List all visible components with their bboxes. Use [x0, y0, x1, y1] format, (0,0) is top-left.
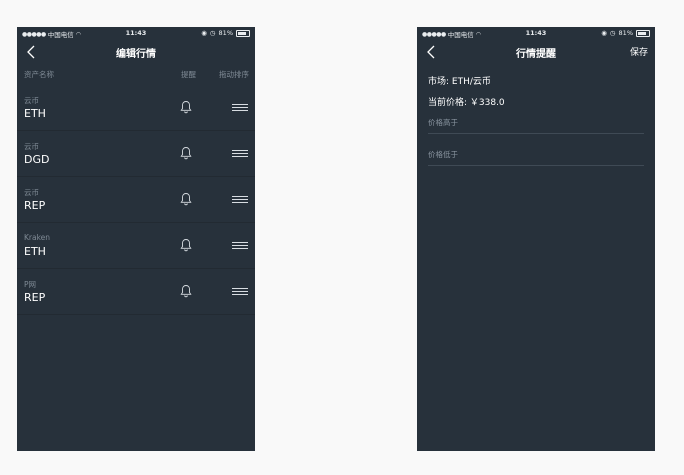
- bell-icon[interactable]: [180, 145, 192, 160]
- battery-percent: 81%: [218, 29, 233, 37]
- market-label: P网: [24, 280, 37, 289]
- list-item[interactable]: 云币 DGD: [17, 131, 255, 177]
- column-header: 资产名称 提醒 拖动排序: [17, 67, 255, 81]
- battery-icon: [636, 29, 650, 37]
- nav-bar: 行情提醒 保存: [417, 39, 655, 63]
- drag-handle-icon[interactable]: [232, 288, 248, 296]
- alert-detail: 市场: ETH/云币 当前价格: ￥338.0: [428, 74, 505, 116]
- bell-icon[interactable]: [180, 99, 192, 114]
- market-label: 云币: [24, 188, 39, 197]
- market-line: 市场: ETH/云币: [428, 77, 491, 87]
- market-label: 云币: [24, 96, 39, 105]
- asset-label: REP: [24, 291, 46, 304]
- lock-rotation-icon: ◉: [601, 29, 607, 37]
- list-item[interactable]: Kraken ETH: [17, 223, 255, 269]
- price-alert-screen: ●●●●● 中国电信 ◠ 11:43 ◉ ◷ 81% 行情提醒 保存 市场: E…: [417, 27, 655, 451]
- list-item[interactable]: 云币 ETH: [17, 85, 255, 131]
- market-label: 云币: [24, 142, 39, 151]
- lock-rotation-icon: ◉: [201, 29, 207, 37]
- asset-label: DGD: [24, 153, 50, 166]
- column-alert: 提醒: [181, 70, 196, 79]
- bell-icon[interactable]: [180, 283, 192, 298]
- asset-label: REP: [24, 199, 46, 212]
- price-below-field[interactable]: 价格低于: [428, 147, 644, 166]
- drag-handle-icon[interactable]: [232, 104, 248, 112]
- market-label: Kraken: [24, 233, 51, 242]
- edit-quotes-screen: ●●●●● 中国电信 ◠ 11:43 ◉ ◷ 81% 编辑行情 资产名称 提醒 …: [17, 27, 255, 451]
- asset-label: ETH: [24, 245, 46, 258]
- column-sort: 拖动排序: [219, 70, 249, 79]
- drag-handle-icon[interactable]: [232, 150, 248, 158]
- column-asset: 资产名称: [24, 70, 54, 79]
- nav-bar: 编辑行情: [17, 39, 255, 63]
- list-item[interactable]: 云币 REP: [17, 177, 255, 223]
- price-line: 当前价格: ￥338.0: [428, 98, 505, 108]
- alarm-icon: ◷: [609, 29, 616, 37]
- status-bar: ●●●●● 中国电信 ◠ 11:43 ◉ ◷ 81%: [417, 27, 655, 39]
- asset-label: ETH: [24, 107, 46, 120]
- battery-icon: [236, 29, 250, 37]
- page-title: 行情提醒: [516, 49, 556, 60]
- page-title: 编辑行情: [116, 49, 156, 60]
- alarm-icon: ◷: [209, 29, 216, 37]
- price-below-placeholder: 价格低于: [428, 150, 458, 159]
- drag-handle-icon[interactable]: [232, 242, 248, 250]
- asset-list: 云币 ETH 云币 DGD 云币 REP Kraken ETH P网 REP: [17, 85, 255, 315]
- list-item[interactable]: P网 REP: [17, 269, 255, 315]
- bell-icon[interactable]: [180, 191, 192, 206]
- status-bar: ●●●●● 中国电信 ◠ 11:43 ◉ ◷ 81%: [17, 27, 255, 39]
- bell-icon[interactable]: [180, 237, 192, 252]
- save-button[interactable]: 保存: [630, 45, 648, 58]
- drag-handle-icon[interactable]: [232, 196, 248, 204]
- price-above-placeholder: 价格高于: [428, 118, 458, 127]
- price-above-field[interactable]: 价格高于: [428, 115, 644, 134]
- battery-percent: 81%: [618, 29, 633, 37]
